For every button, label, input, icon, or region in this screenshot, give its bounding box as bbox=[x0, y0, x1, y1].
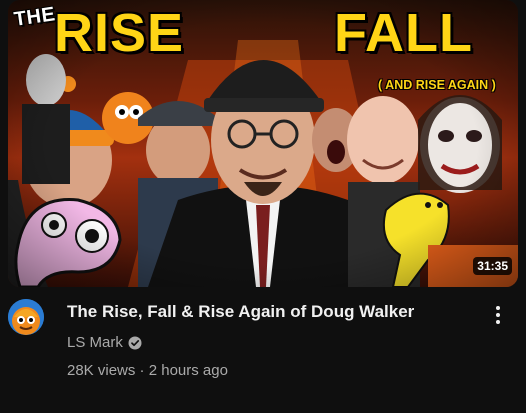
thumbnail-word-fall: FALL bbox=[334, 3, 473, 63]
more-vert-icon bbox=[496, 306, 500, 324]
channel-row: LS Mark bbox=[67, 333, 142, 353]
avatar-image bbox=[8, 299, 44, 335]
duration-badge: 31:35 bbox=[473, 257, 512, 275]
thumbnail-word-again: ( AND RISE AGAIN ) bbox=[378, 78, 496, 92]
thumbnail-word-rise: RISE bbox=[54, 3, 185, 63]
view-count: 28K views bbox=[67, 362, 136, 379]
video-stats: 28K views · 2 hours ago bbox=[67, 361, 228, 381]
upload-age: 2 hours ago bbox=[148, 362, 228, 379]
channel-name[interactable]: LS Mark bbox=[67, 333, 123, 353]
video-thumbnail[interactable]: THE RISE FALL ( AND RISE AGAIN ) 31:35 bbox=[8, 0, 518, 287]
stats-separator: · bbox=[139, 362, 145, 379]
video-card[interactable]: THE RISE FALL ( AND RISE AGAIN ) 31:35 T… bbox=[0, 0, 526, 413]
video-title[interactable]: The Rise, Fall & Rise Again of Doug Walk… bbox=[67, 300, 467, 324]
channel-avatar[interactable] bbox=[8, 299, 44, 335]
verified-checkmark-icon bbox=[128, 336, 142, 350]
more-actions-button[interactable] bbox=[486, 303, 510, 327]
